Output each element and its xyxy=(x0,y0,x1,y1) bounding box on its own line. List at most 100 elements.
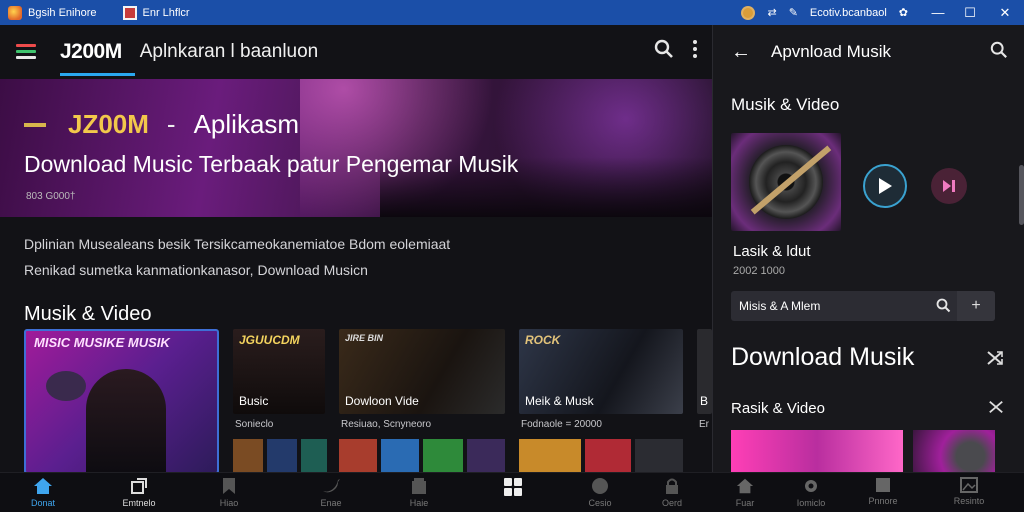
search-icon[interactable] xyxy=(990,41,1008,59)
nav-item-share[interactable]: Emtnelo xyxy=(104,477,174,508)
bookmark-icon xyxy=(223,478,235,494)
image-icon xyxy=(960,477,978,493)
maximize-button[interactable]: ☐ xyxy=(954,0,986,25)
window-titlebar: Bgsih Enihore Enr Lhflcr ⇄ ✎ Ecotiv.bcan… xyxy=(0,0,1024,25)
window-doc-title: Enr Lhflcr xyxy=(142,6,190,19)
video-thumbnail[interactable] xyxy=(913,430,995,474)
download-side-panel: ← Apvnload Musik Musik & Video Lasik & l… xyxy=(712,25,1024,474)
edit-icon[interactable]: ✎ xyxy=(789,6,798,19)
description: Dplinian Musealeans besik Tersikcameokan… xyxy=(0,217,712,283)
mini-thumbnail[interactable] xyxy=(301,439,327,472)
nav-item-settings[interactable]: Iomiclo xyxy=(776,477,846,508)
shuffle-icon[interactable] xyxy=(986,349,1004,367)
thumbnail-label: Meik & Musk xyxy=(525,394,594,408)
mini-thumbnail[interactable] xyxy=(585,439,631,472)
nav-item-saved[interactable]: Pnnore xyxy=(848,477,918,506)
nav-label: Cesio xyxy=(588,498,612,508)
document-icon xyxy=(122,5,137,20)
mini-thumbnail[interactable] xyxy=(267,439,297,472)
video-thumbnail[interactable]: JGUUCDM Busic xyxy=(233,329,325,414)
nav-label: Emtnelo xyxy=(122,498,156,508)
bottom-navigation: Donat Emtnelo Hiao Enae Haie Cesio Oerd … xyxy=(0,472,1024,512)
menu-icon[interactable] xyxy=(16,44,38,60)
minimize-button[interactable]: — xyxy=(922,0,954,25)
nav-label: Pnnore xyxy=(868,496,898,506)
play-icon xyxy=(879,178,892,194)
window-title: Bgsih Enihore xyxy=(28,6,97,19)
side-app-bar: ← Apvnload Musik xyxy=(713,25,1024,79)
search-icon[interactable] xyxy=(654,39,674,59)
nav-item-lock[interactable]: Oerd xyxy=(637,477,707,508)
side-search-field[interactable]: Misis & A Mlem + xyxy=(731,291,995,321)
brand-title[interactable]: J200M xyxy=(60,40,122,64)
mini-thumbnail[interactable] xyxy=(467,439,505,472)
shuffle-icon[interactable] xyxy=(988,399,1004,415)
nav-item-archive[interactable]: Haie xyxy=(384,477,454,508)
description-line: Dplinian Musealeans besik Tersikcameokan… xyxy=(24,236,451,252)
nav-label: Haie xyxy=(409,498,429,508)
nav-label: Enae xyxy=(320,498,342,508)
hero-headline: Download Music Terbaak patur Pengemar Mu… xyxy=(24,151,519,177)
mini-thumbnail[interactable] xyxy=(233,439,263,472)
play-button[interactable] xyxy=(863,164,907,208)
home-icon xyxy=(34,478,52,494)
back-arrow-icon[interactable]: ← xyxy=(731,41,751,64)
hero-separator: - xyxy=(166,109,176,139)
video-thumbnail[interactable]: B xyxy=(697,329,712,414)
close-button[interactable]: ✕ xyxy=(986,0,1024,25)
mini-thumbnail-row xyxy=(339,439,505,472)
more-vert-icon[interactable] xyxy=(692,39,698,59)
hero-meta: 803 G000† xyxy=(26,191,76,202)
album-art[interactable] xyxy=(731,133,841,231)
share-icon xyxy=(131,478,147,494)
twitter-icon xyxy=(323,479,340,493)
nav-item-home-side[interactable]: Fuar xyxy=(710,477,780,508)
nav-label: Hiao xyxy=(219,498,239,508)
mini-thumbnail[interactable] xyxy=(519,439,581,472)
side-search-value: Misis & A Mlem xyxy=(739,299,821,313)
scrollbar[interactable] xyxy=(1019,165,1024,225)
card-caption: MISIC MUSIKE MUSIK xyxy=(34,335,170,350)
thumbnail-caption: Resiuao, Scnyneoro xyxy=(341,419,432,430)
side-title: Apvnload Musik xyxy=(771,42,892,61)
thumbnail-caption: Er xyxy=(699,419,709,430)
thumbnail-label: B xyxy=(700,394,709,408)
nav-item-home[interactable]: Donat xyxy=(8,477,78,508)
main-pane: J200M Aplnkaran l baanluon JZ00M - Aplik… xyxy=(0,25,712,472)
thumbnail-label: Busic xyxy=(239,394,269,408)
sync-icon[interactable]: ⇄ xyxy=(767,6,776,19)
video-thumbnail[interactable]: JIRE BIN Dowloon Vide xyxy=(339,329,505,414)
nav-item-images[interactable]: Resinto xyxy=(934,477,1004,506)
nav-item-bookmarks[interactable]: Hiao xyxy=(194,477,264,508)
video-thumbnail[interactable]: ROCK Meik & Musk xyxy=(519,329,683,414)
tray-text: Ecotiv.bcanbaol xyxy=(809,6,887,19)
nav-item-social[interactable]: Enae xyxy=(296,477,366,508)
nav-item-account[interactable]: Cesio xyxy=(565,477,635,508)
hero-title-suffix: Aplikasm xyxy=(193,109,300,139)
mini-thumbnail[interactable] xyxy=(339,439,377,472)
add-icon[interactable]: + xyxy=(957,291,995,321)
thumbnail-caption: Sonieclo xyxy=(235,419,274,430)
nav-label: Donat xyxy=(30,498,56,508)
app-subtitle: Aplnkaran l baanluon xyxy=(139,41,319,62)
mini-thumbnail[interactable] xyxy=(381,439,419,472)
mini-thumbnail[interactable] xyxy=(635,439,683,472)
skip-next-button[interactable] xyxy=(931,168,967,204)
user-avatar-icon[interactable] xyxy=(741,5,756,20)
featured-video-card[interactable]: MISIC MUSIKE MUSIK xyxy=(24,329,219,472)
mini-thumbnail-row xyxy=(519,439,683,472)
archive-icon xyxy=(412,478,426,494)
search-icon[interactable] xyxy=(936,298,951,313)
hero-accent-dash xyxy=(24,122,46,127)
tab-indicator xyxy=(60,73,135,76)
settings-icon[interactable]: ✿ xyxy=(899,6,908,19)
grid-icon xyxy=(504,478,522,496)
mini-thumbnail[interactable] xyxy=(423,439,463,472)
nav-item-grid[interactable] xyxy=(478,477,548,500)
home-icon xyxy=(736,478,754,494)
nav-label: Oerd xyxy=(661,498,682,508)
gear-icon xyxy=(805,480,817,492)
video-thumbnail[interactable] xyxy=(731,430,903,474)
hero-banner[interactable]: JZ00M - Aplikasm Download Music Terbaak … xyxy=(0,79,712,217)
thumbnail-overlay: JIRE BIN xyxy=(345,333,384,343)
